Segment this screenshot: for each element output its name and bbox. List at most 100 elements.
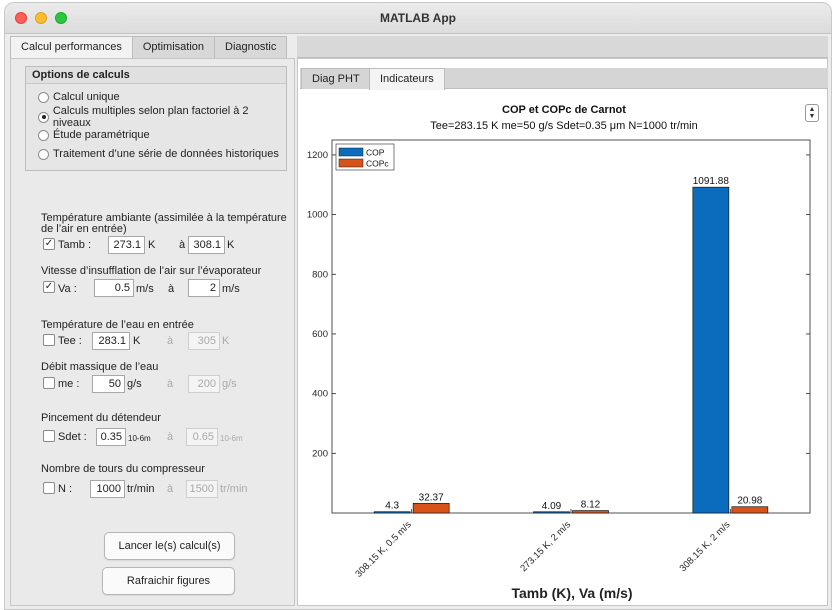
option-etude-parametrique[interactable]: Étude paramétrique — [38, 127, 150, 143]
me-unit-2: g/s — [222, 378, 237, 390]
radio-icon[interactable] — [38, 91, 49, 103]
va-to-input[interactable]: 2 — [188, 279, 220, 297]
tee-a-label: à — [167, 335, 174, 347]
window-title: MATLAB App — [380, 11, 456, 25]
option-label: Traitement d’une série de données histor… — [53, 148, 279, 160]
sdet-check-label: Sdet : — [58, 431, 87, 443]
x-tick-label: 308.15 K, 0.5 m/s — [353, 519, 414, 580]
x-tick-label: 273.15 K, 2 m/s — [518, 519, 573, 574]
sdet-from-input[interactable]: 0.35 — [96, 428, 126, 446]
va-unit-2: m/s — [222, 283, 240, 295]
bar-value-label: 32.37 — [419, 492, 444, 503]
tab-diag-pht[interactable]: Diag PHT — [301, 68, 371, 89]
n-checkbox[interactable] — [43, 482, 55, 494]
bar-value-label: 8.12 — [581, 500, 601, 511]
me-check-label: me : — [58, 378, 80, 390]
tee-unit: K — [133, 335, 141, 347]
tab-optimisation[interactable]: Optimisation — [131, 36, 216, 58]
cop-bar — [373, 511, 411, 514]
chart-legend: COPCOPc — [335, 143, 395, 171]
n-to-input[interactable]: 1500 — [186, 480, 218, 498]
legend-label: COPc — [366, 159, 389, 169]
y-tick-label: 1200 — [307, 150, 328, 161]
legend-swatch-cop — [338, 147, 364, 157]
va-checkbox[interactable]: ✓ — [43, 281, 55, 293]
sdet-unit-2: 10-6m — [220, 434, 243, 443]
n-from-input[interactable]: 1000 — [90, 480, 125, 498]
tamb-section-label-2: de l’air en entrée) — [41, 223, 127, 235]
y-tick-label: 200 — [312, 448, 328, 459]
n-unit-2: tr/min — [220, 483, 248, 495]
radio-icon[interactable] — [38, 148, 49, 160]
sdet-unit: 10-6m — [128, 434, 151, 443]
bar-chart: 200 400 600 800 1000 1200 308.15 K, 0.5 m/s 273… — [307, 139, 811, 601]
radio-selected-icon[interactable] — [38, 111, 49, 123]
option-donnees-historiques[interactable]: Traitement d’une série de données histor… — [38, 146, 279, 162]
plot-area — [331, 139, 811, 514]
main-tabs: Calcul performances Optimisation Diagnos… — [10, 36, 288, 59]
tamb-unit-2: K — [227, 239, 235, 251]
me-from-input[interactable]: 50 — [92, 375, 125, 393]
n-unit: tr/min — [127, 483, 155, 495]
tee-unit-2: K — [222, 335, 230, 347]
n-check-label: N : — [58, 483, 73, 495]
tamb-unit: K — [148, 239, 156, 251]
sdet-checkbox[interactable] — [43, 430, 55, 442]
legend-swatch-copc — [338, 158, 364, 168]
me-checkbox[interactable] — [43, 377, 55, 389]
tab-diagnostic[interactable]: Diagnostic — [214, 36, 288, 58]
bar-value-label: 4.09 — [542, 501, 562, 512]
me-to-input[interactable]: 200 — [188, 375, 220, 393]
calc-options-group: Options de calculs Calcul unique Calculs… — [25, 66, 287, 171]
option-label: Calculs multiples selon plan factoriel à… — [52, 105, 249, 129]
va-a-label: à — [168, 283, 175, 295]
me-section-label: Débit massique de l’eau — [41, 361, 159, 373]
n-section-label: Nombre de tours du compresseur — [41, 463, 205, 475]
copc-bar — [412, 502, 450, 514]
x-axis-label: Tamb (K), Va (m/s) — [511, 585, 632, 601]
y-tick-label: 600 — [312, 329, 328, 340]
tee-check-label: Tee : — [58, 335, 82, 347]
option-plan-factoriel[interactable]: Calculs multiples selon plan factoriel à… — [38, 105, 286, 129]
tee-from-input[interactable]: 283.1 — [92, 332, 130, 350]
me-unit: g/s — [127, 378, 142, 390]
tab-calcul-performances[interactable]: Calcul performances — [10, 36, 133, 59]
va-section-label: Vitesse d’insufflation de l’air sur l’év… — [41, 265, 262, 277]
y-tick-label: 400 — [312, 389, 328, 400]
y-tick-label: 1000 — [307, 210, 328, 221]
x-tick-label: 308.15 K, 2 m/s — [678, 519, 733, 574]
calc-options-title: Options de calculs — [26, 67, 286, 84]
tamb-check-label: Tamb : — [58, 239, 92, 251]
n-a-label: à — [167, 483, 174, 495]
option-calcul-unique[interactable]: Calcul unique — [38, 89, 120, 105]
va-unit: m/s — [136, 283, 154, 295]
cop-bar — [533, 511, 570, 514]
figure-stepper-icon[interactable]: ▲ ▼ — [805, 104, 819, 122]
option-label: Étude paramétrique — [53, 129, 150, 141]
copc-bar — [731, 506, 769, 514]
bar-value-label: 1091.88 — [693, 176, 730, 187]
legend-label: COP — [366, 148, 385, 158]
tab-indicateurs[interactable]: Indicateurs — [369, 68, 445, 90]
chart-axes: 200 400 600 800 1000 1200 308.15 K, 0.5 m/s 273… — [307, 139, 811, 580]
chart-title: COP et COPc de Carnot — [502, 104, 626, 116]
sdet-section-label: Pincement du détendeur — [41, 412, 161, 424]
tamb-to-input[interactable]: 308.1 — [188, 236, 225, 254]
tee-checkbox[interactable] — [43, 334, 55, 346]
bar-value-label: 20.98 — [737, 496, 762, 507]
tamb-a-label: à — [179, 239, 186, 251]
option-label: Calcul unique — [53, 91, 120, 103]
tee-to-input[interactable]: 305 — [188, 332, 220, 350]
refresh-figures-button[interactable]: Rafraichir figures — [102, 567, 235, 595]
tee-section-label: Température de l’eau en entrée — [41, 319, 194, 331]
run-calculation-button[interactable]: Lancer le(s) calcul(s) — [104, 532, 235, 560]
title-bar: MATLAB App — [5, 3, 831, 34]
tamb-checkbox[interactable]: ✓ — [43, 238, 55, 250]
va-check-label: Va : — [58, 283, 77, 295]
bar-value-label: 4.3 — [385, 501, 399, 512]
va-from-input[interactable]: 0.5 — [94, 279, 134, 297]
sdet-to-input[interactable]: 0.65 — [186, 428, 218, 446]
tamb-from-input[interactable]: 273.1 — [108, 236, 145, 254]
sdet-a-label: à — [167, 431, 174, 443]
radio-icon[interactable] — [38, 129, 49, 141]
